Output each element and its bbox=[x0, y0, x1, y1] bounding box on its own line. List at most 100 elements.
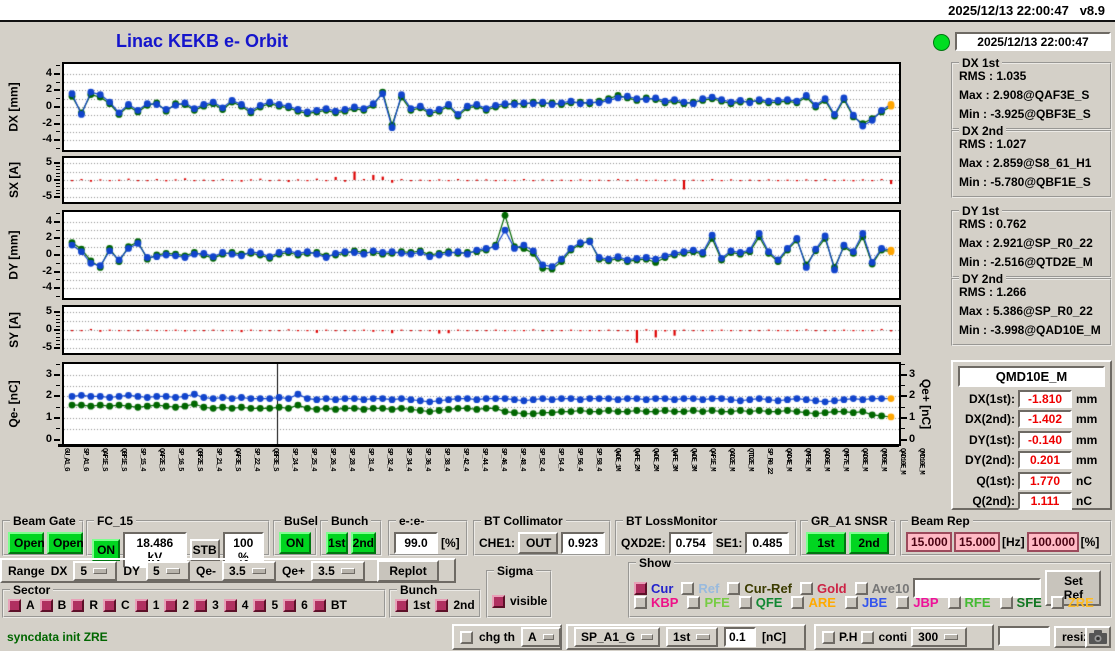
window-datetime-version: 2025/12/13 22:00:47 v8.9 bbox=[948, 3, 1105, 18]
dy-plot[interactable] bbox=[62, 210, 901, 300]
gr-a1-snsr-group: GR_A1 SNSR 1st 2nd bbox=[800, 514, 896, 556]
show-pfe-checkbox[interactable] bbox=[687, 596, 701, 609]
show-cur-ref-checkbox[interactable] bbox=[727, 581, 741, 595]
fc15-group: FC_15 ON 18.486 kV STB 100 % bbox=[86, 514, 270, 568]
sy-axis-ticks: 5 0 -5 bbox=[26, 305, 62, 355]
option-dash-icon bbox=[340, 567, 355, 574]
bunch-2nd-checkbox[interactable] bbox=[435, 598, 449, 612]
snapshot-camera-button[interactable] bbox=[1085, 626, 1111, 648]
show-jbe-checkbox[interactable] bbox=[844, 596, 858, 609]
show-group: Show Cur Ref Cur-Ref Gold Ave10 Set Ref … bbox=[628, 556, 1112, 618]
threshold-input[interactable] bbox=[724, 627, 756, 647]
bunch-select-dropdown[interactable]: 1st bbox=[666, 627, 718, 647]
show-are-checkbox[interactable] bbox=[791, 596, 805, 609]
qe-minus-axis-ticks: 3210 bbox=[26, 362, 62, 446]
bunch-select-group: Bunch 1st 2nd bbox=[320, 514, 382, 556]
sector-checkbox-5[interactable] bbox=[253, 598, 267, 612]
threshold-panel: SP_A1_G 1st [nC] bbox=[566, 624, 806, 650]
sector-checkbox-6[interactable] bbox=[283, 598, 297, 612]
dx-2nd-stats: DX 2nd RMS : 1.027 Max : 2.859@S8_61_H1 … bbox=[951, 124, 1112, 198]
sx-chart-row: SX [A] 5 0 -5 bbox=[0, 156, 945, 204]
sector-checkbox-3[interactable] bbox=[194, 598, 208, 612]
qmd-row-q2: Q(2nd): 1.111 nC bbox=[972, 492, 1092, 510]
gr-a1-1st-button[interactable]: 1st bbox=[806, 532, 846, 554]
show-gold-checkbox[interactable] bbox=[800, 581, 814, 595]
dx-1st-rms: RMS : 1.035 bbox=[959, 69, 1027, 83]
qmd-dy1-value: -0.140 bbox=[1018, 430, 1072, 449]
qe-plus-axis-label: Qe+ [nC] bbox=[919, 378, 933, 430]
selected-bpm-name[interactable]: QMD10E_M bbox=[958, 366, 1105, 387]
sector-checkbox-b[interactable] bbox=[39, 598, 53, 612]
chg-th-checkbox[interactable] bbox=[460, 630, 473, 644]
ph-checkbox[interactable] bbox=[822, 630, 835, 644]
show-ref-checkbox[interactable] bbox=[681, 581, 695, 595]
show-cur-checkbox[interactable] bbox=[634, 581, 647, 595]
busel-on-button[interactable]: ON bbox=[279, 532, 311, 554]
show-zre-checkbox[interactable] bbox=[1050, 596, 1064, 609]
show-rfe-checkbox[interactable] bbox=[947, 596, 961, 609]
bpm-select-dropdown[interactable]: SP_A1_G bbox=[574, 627, 660, 647]
show-sfe-checkbox[interactable] bbox=[999, 596, 1013, 609]
sx-axis-ticks: 5 0 -5 bbox=[26, 156, 62, 204]
beam-gate-open-button-2[interactable]: Open bbox=[47, 532, 84, 554]
dx-2nd-min: Min : -5.780@QBF1E_S bbox=[959, 175, 1091, 189]
sector-checkbox-c[interactable] bbox=[103, 598, 117, 612]
sector-checkbox-2[interactable] bbox=[164, 598, 178, 612]
sector-checkbox-a[interactable] bbox=[8, 598, 21, 612]
dy-1st-min: Min : -2.516@QTD2E_M bbox=[959, 255, 1093, 269]
sector-checkbox-4[interactable] bbox=[223, 598, 237, 612]
qmd-dx2-value: -1.402 bbox=[1018, 410, 1072, 428]
range-qe-plus-dropdown[interactable]: 3.5 bbox=[311, 560, 366, 581]
dy-1st-max: Max : 2.921@SP_R0_22 bbox=[959, 236, 1093, 250]
acquisition-panel: P.H conti 300 bbox=[814, 624, 994, 650]
sx-plot[interactable] bbox=[62, 156, 901, 204]
replot-button[interactable]: Replot bbox=[377, 559, 440, 582]
bunch-2nd-button[interactable]: 2nd bbox=[350, 532, 376, 554]
dy-2nd-stats: DY 2nd RMS : 1.266 Max : 5.386@SP_R0_22 … bbox=[951, 272, 1112, 346]
dx-axis-ticks: 4 2 0 -2 -4 bbox=[26, 62, 62, 152]
sigma-group: Sigma visible bbox=[486, 564, 552, 618]
sx-axis-label: SX [A] bbox=[7, 162, 21, 198]
sector-checkbox-bt[interactable] bbox=[312, 598, 326, 612]
sy-chart-row: SY [A] 5 0 -5 bbox=[0, 305, 945, 355]
range-qe-minus-dropdown[interactable]: 3.5 bbox=[222, 560, 277, 581]
conti-checkbox[interactable] bbox=[861, 630, 875, 644]
camera-icon bbox=[1089, 630, 1107, 644]
show-ave10-checkbox[interactable] bbox=[854, 581, 868, 595]
chg-th-panel: chg th A bbox=[452, 624, 562, 650]
sy-plot[interactable] bbox=[62, 305, 901, 355]
dx-plot[interactable] bbox=[62, 62, 901, 152]
dx-1st-min: Min : -3.925@QBF3E_S bbox=[959, 107, 1091, 121]
show-qfe-checkbox[interactable] bbox=[738, 596, 752, 609]
beam-rep-value-1: 15.000 bbox=[906, 532, 952, 552]
sigma-visible-checkbox[interactable] bbox=[492, 594, 505, 608]
window-version: v8.9 bbox=[1079, 3, 1105, 18]
qmd-q1-value: 1.770 bbox=[1018, 471, 1072, 490]
ee-ratio-group: e-:e- 99.0 [%] bbox=[388, 514, 468, 556]
range-dx-dropdown[interactable]: 5 bbox=[73, 560, 118, 581]
dy-2nd-max: Max : 5.386@SP_R0_22 bbox=[959, 304, 1093, 318]
gr-a1-2nd-button[interactable]: 2nd bbox=[849, 532, 889, 554]
dy-2nd-title: DY 2nd bbox=[959, 272, 1007, 286]
range-dy-dropdown[interactable]: 5 bbox=[146, 560, 191, 581]
beam-rep-group: Beam Rep 15.000 15.000 [Hz] 100.000 [%] bbox=[900, 514, 1112, 556]
sector-checkbox-r[interactable] bbox=[71, 598, 85, 612]
status-datetime: 2025/12/13 22:00:47 bbox=[955, 32, 1111, 51]
show-jbp-checkbox[interactable] bbox=[896, 596, 910, 609]
beam-gate-open-button-1[interactable]: Open bbox=[8, 532, 45, 554]
points-dropdown[interactable]: 300 bbox=[911, 627, 968, 647]
window-datetime: 2025/12/13 22:00:47 bbox=[948, 3, 1069, 18]
bunch-1st-button[interactable]: 1st bbox=[326, 532, 348, 554]
selected-bpm-panel: QMD10E_M DX(1st): -1.810 mm DX(2nd): -1.402… bbox=[951, 360, 1112, 510]
che1-out-button[interactable]: OUT bbox=[518, 532, 559, 554]
beam-rep-value-2: 15.000 bbox=[954, 532, 1000, 552]
extra-input[interactable] bbox=[998, 626, 1050, 646]
qmd-row-dx1: DX(1st): -1.810 mm bbox=[968, 389, 1098, 408]
bunch-1st-checkbox[interactable] bbox=[395, 598, 408, 612]
show-kbp-checkbox[interactable] bbox=[634, 596, 647, 609]
sector-checkbox-1[interactable] bbox=[134, 598, 148, 612]
bunch-display-group: Bunch 1st 2nd bbox=[389, 583, 481, 618]
charge-plot[interactable] bbox=[62, 362, 901, 446]
option-dash-icon bbox=[542, 634, 554, 640]
sector-mode-dropdown[interactable]: A bbox=[521, 627, 561, 647]
